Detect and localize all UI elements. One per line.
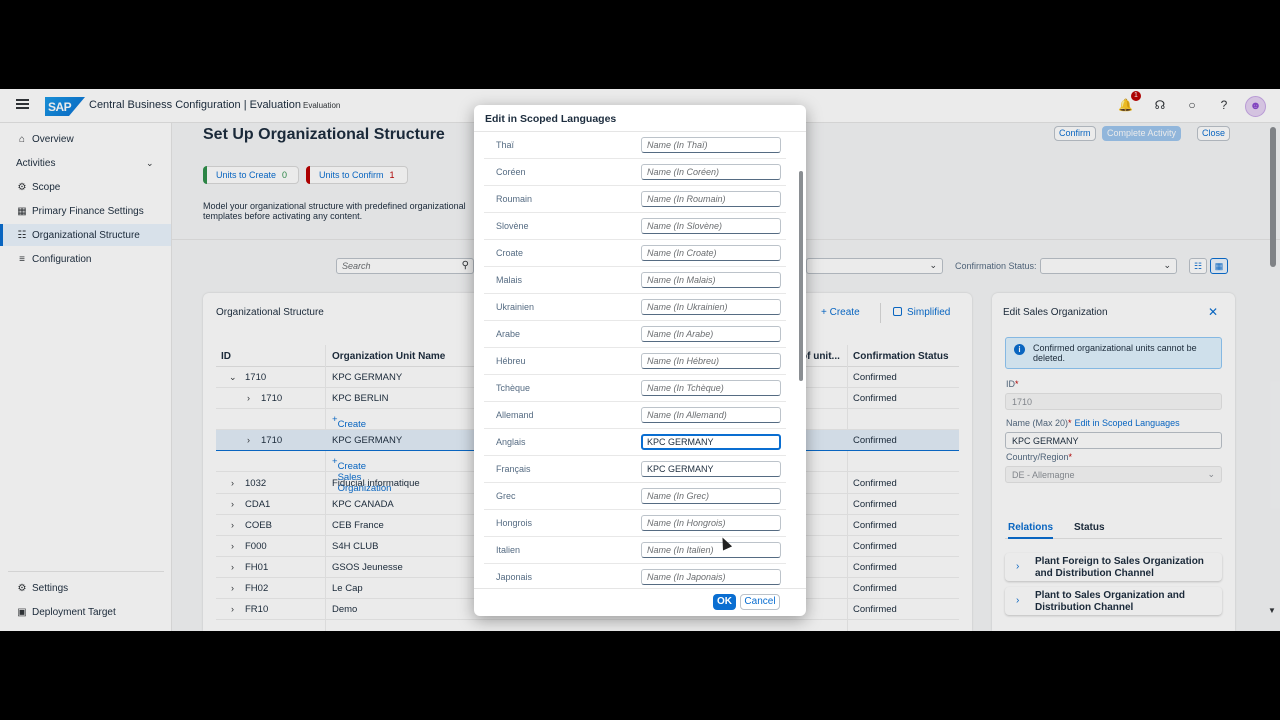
app-window: SAP Central Business Configuration | Eva… [0, 89, 1280, 631]
language-label: Slovène [496, 221, 529, 231]
language-input[interactable]: Name (In Hébreu) [641, 353, 781, 369]
language-row: Ukrainien Name (In Ukrainien) [484, 294, 786, 321]
language-row: Italien Name (In Italien) [484, 537, 786, 564]
language-label: Ukrainien [496, 302, 535, 312]
language-input[interactable]: Name (In Hongrois) [641, 515, 781, 531]
language-input[interactable]: Name (In Italien) [641, 542, 781, 558]
language-input[interactable]: Name (In Japonais) [641, 569, 781, 585]
language-label: Coréen [496, 167, 526, 177]
ok-button[interactable]: OK [713, 594, 736, 610]
language-input[interactable]: Name (In Roumain) [641, 191, 781, 207]
language-row: Grec Name (In Grec) [484, 483, 786, 510]
cancel-button[interactable]: Cancel [740, 594, 780, 610]
language-label: Roumain [496, 194, 533, 204]
language-row: Japonais Name (In Japonais) [484, 564, 786, 588]
edit-scoped-languages-dialog: Edit in Scoped Languages Thaï Name (In Th… [474, 105, 806, 616]
language-label: Tchèque [496, 383, 531, 393]
language-row: Arabe Name (In Arabe) [484, 321, 786, 348]
language-label: Arabe [496, 329, 521, 339]
language-row: Anglais KPC GERMANY [484, 429, 786, 456]
language-input[interactable]: Name (In Grec) [641, 488, 781, 504]
language-label: Italien [496, 545, 521, 555]
language-row: Hébreu Name (In Hébreu) [484, 348, 786, 375]
language-label: Hébreu [496, 356, 526, 366]
language-input-focused[interactable]: KPC GERMANY [641, 434, 781, 450]
language-row: Français KPC GERMANY [484, 456, 786, 483]
language-input[interactable]: Name (In Croate) [641, 245, 781, 261]
dialog-footer-divider [474, 588, 806, 589]
language-row: Tchèque Name (In Tchèque) [484, 375, 786, 402]
language-label: Croate [496, 248, 524, 258]
language-input[interactable]: Name (In Arabe) [641, 326, 781, 342]
language-input[interactable]: KPC GERMANY [641, 461, 781, 477]
language-label: Allemand [496, 410, 534, 420]
language-row: Allemand Name (In Allemand) [484, 402, 786, 429]
language-input[interactable]: Name (In Allemand) [641, 407, 781, 423]
language-row: Croate Name (In Croate) [484, 240, 786, 267]
dialog-scrollbar[interactable] [799, 171, 803, 381]
language-input[interactable]: Name (In Coréen) [641, 164, 781, 180]
language-label: Japonais [496, 572, 533, 582]
language-label: Anglais [496, 437, 526, 447]
language-row: Slovène Name (In Slovène) [484, 213, 786, 240]
language-row: Hongrois Name (In Hongrois) [484, 510, 786, 537]
language-label: Grec [496, 491, 516, 501]
dialog-content[interactable]: Thaï Name (In Thaï) Coréen Name (In Coréen… [474, 132, 806, 588]
language-row: Roumain Name (In Roumain) [484, 186, 786, 213]
dialog-title: Edit in Scoped Languages [485, 113, 617, 125]
language-input[interactable]: Name (In Tchèque) [641, 380, 781, 396]
language-input[interactable]: Name (In Thaï) [641, 137, 781, 153]
language-row: Thaï Name (In Thaï) [484, 132, 786, 159]
language-label: Thaï [496, 140, 515, 150]
language-row: Coréen Name (In Coréen) [484, 159, 786, 186]
language-label: Français [496, 464, 531, 474]
language-label: Malais [496, 275, 523, 285]
language-input[interactable]: Name (In Slovène) [641, 218, 781, 234]
language-input[interactable]: Name (In Ukrainien) [641, 299, 781, 315]
language-input[interactable]: Name (In Malais) [641, 272, 781, 288]
language-row: Malais Name (In Malais) [484, 267, 786, 294]
language-label: Hongrois [496, 518, 533, 528]
